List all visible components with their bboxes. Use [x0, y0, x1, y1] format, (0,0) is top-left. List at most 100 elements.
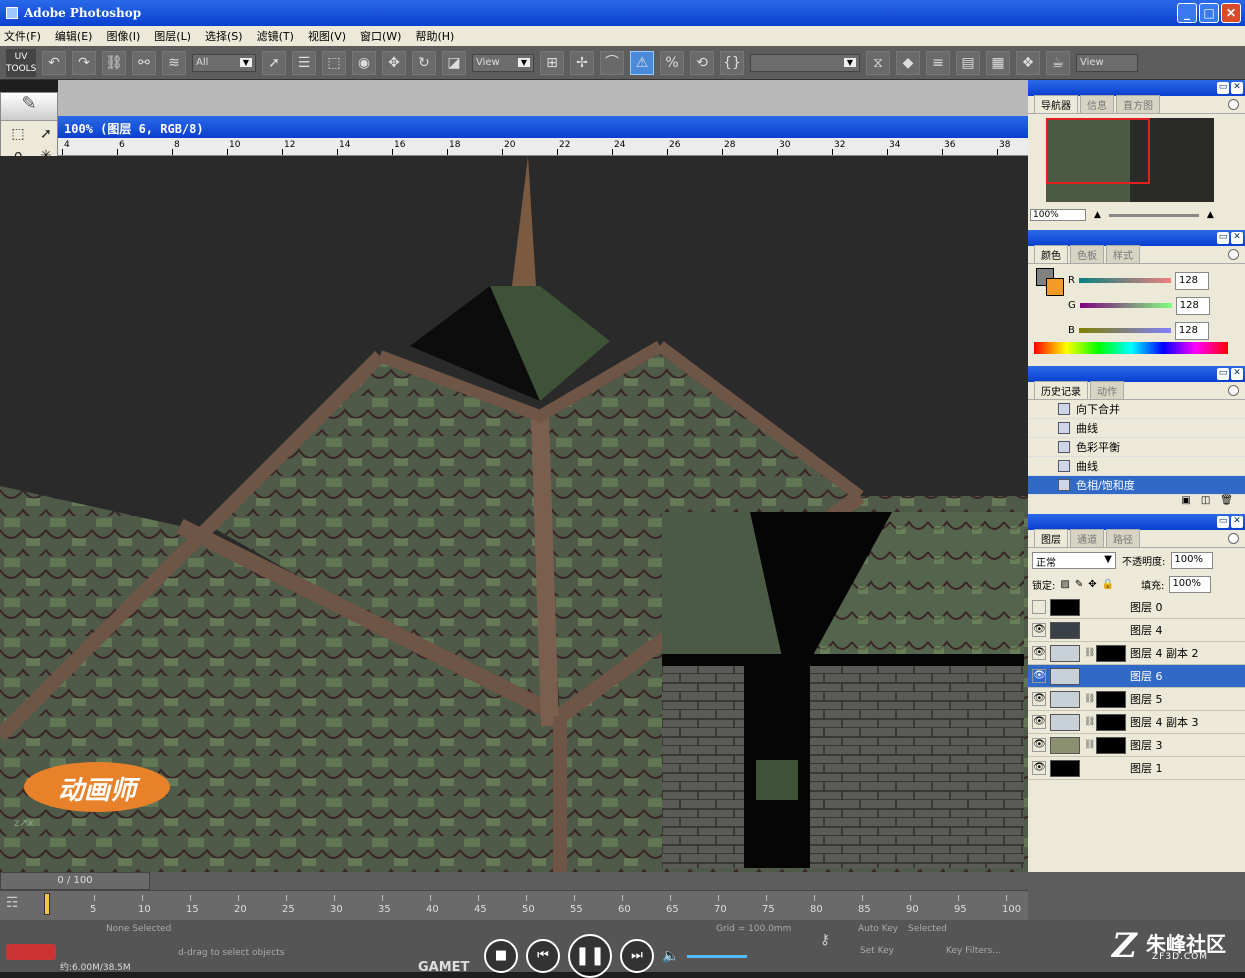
select-manipulate-icon[interactable]: ✢	[570, 50, 594, 75]
tab-histogram[interactable]: 直方图	[1116, 95, 1160, 113]
history-item[interactable]: 色相/饱和度	[1028, 476, 1245, 495]
uv-tools-logo[interactable]: UV TOOLS	[6, 48, 36, 77]
history-item[interactable]: 曲线	[1028, 419, 1245, 438]
unlink-icon[interactable]: ⚯	[132, 50, 156, 75]
lock-transparent-icon[interactable]: ▨	[1060, 579, 1069, 590]
schematic-view-icon[interactable]: ▦	[986, 50, 1010, 75]
select-by-name-icon[interactable]: ☰	[292, 50, 316, 75]
menu-file[interactable]: 文件(F)	[4, 28, 41, 44]
zoom-out-icon[interactable]: ▲	[1094, 210, 1101, 220]
spinner-snap-icon[interactable]: ⟲	[690, 50, 714, 75]
move-icon[interactable]: ✥	[382, 50, 406, 75]
angle-snap-icon[interactable]: ⚠	[630, 50, 654, 75]
reference-coord-dropdown[interactable]: View ▼	[472, 53, 534, 72]
tab-swatches[interactable]: 色板	[1070, 245, 1104, 263]
percent-snap-icon[interactable]: %	[660, 50, 684, 75]
key-icon[interactable]: ⚷	[820, 932, 830, 948]
layer-mask-thumbnail[interactable]	[1096, 736, 1126, 754]
render-view-dropdown[interactable]: View	[1076, 53, 1138, 72]
volume-slider[interactable]	[687, 954, 748, 958]
render-setup-icon[interactable]: ☕	[1046, 50, 1070, 75]
layer-row[interactable]: 👁 ⛓ 图层 5	[1028, 688, 1245, 711]
select-object-icon[interactable]: ➚	[262, 50, 286, 75]
volume-icon[interactable]: 🔈	[662, 948, 679, 964]
time-slider-handle[interactable]	[44, 893, 50, 915]
palette-close-icon[interactable]: ✕	[1231, 516, 1243, 528]
palette-menu-icon[interactable]	[1228, 533, 1239, 544]
selection-filter-dropdown[interactable]: All ▼	[192, 53, 256, 72]
key-filters-button[interactable]: Key Filters...	[946, 946, 1001, 956]
palette-close-icon[interactable]: ✕	[1231, 368, 1243, 380]
layer-row[interactable]: 👁 图层 6	[1028, 665, 1245, 688]
close-button[interactable]: ✕	[1221, 3, 1241, 23]
menu-window[interactable]: 窗口(W)	[360, 28, 401, 44]
menu-image[interactable]: 图像(I)	[106, 28, 140, 44]
layer-mask-thumbnail[interactable]	[1096, 690, 1126, 708]
move-tool-icon[interactable]: ➚	[34, 125, 58, 144]
palette-minimize-icon[interactable]: ▭	[1217, 368, 1229, 380]
red-value-input[interactable]: 128	[1174, 271, 1209, 290]
new-document-from-state-icon[interactable]: ▣	[1181, 495, 1190, 509]
tab-channels[interactable]: 通道	[1070, 529, 1104, 547]
mirror-icon[interactable]: ⧖	[866, 50, 890, 75]
menu-help[interactable]: 帮助(H)	[415, 28, 454, 44]
palette-minimize-icon[interactable]: ▭	[1217, 516, 1229, 528]
minimize-button[interactable]: _	[1177, 3, 1197, 23]
photoshop-feather-icon[interactable]: ✎	[1, 93, 57, 121]
menu-filter[interactable]: 滤镜(T)	[257, 28, 294, 44]
texture-preview-overlay[interactable]	[662, 512, 1024, 868]
menu-view[interactable]: 视图(V)	[308, 28, 346, 44]
blend-mode-select[interactable]: 正常 ▼	[1032, 551, 1116, 569]
align-icon[interactable]: ◆	[896, 50, 920, 75]
layer-visibility-eye-icon[interactable]: 👁	[1032, 646, 1046, 660]
layer-row[interactable]: 👁 ⛓ 图层 4 副本 3	[1028, 711, 1245, 734]
layer-row[interactable]: 👁 ⛓ 图层 4 副本 2	[1028, 642, 1245, 665]
tab-navigator[interactable]: 导航器	[1034, 95, 1078, 113]
material-editor-icon[interactable]: ❖	[1016, 50, 1040, 75]
opacity-input[interactable]: 100%	[1171, 551, 1214, 569]
history-palette-titlebar[interactable]: ▭ ✕	[1028, 366, 1245, 382]
palette-menu-icon[interactable]	[1228, 249, 1239, 260]
navigator-palette-titlebar[interactable]: ▭ ✕	[1028, 80, 1245, 96]
history-item[interactable]: 色彩平衡	[1028, 438, 1245, 457]
tab-paths[interactable]: 路径	[1106, 529, 1140, 547]
green-value-input[interactable]: 128	[1175, 296, 1210, 315]
palette-minimize-icon[interactable]: ▭	[1217, 232, 1229, 244]
maxscript-listener-icon[interactable]	[6, 944, 56, 960]
link-icon[interactable]: ⛓	[102, 50, 126, 75]
layer-manager-icon[interactable]: ≡	[926, 50, 950, 75]
menu-select[interactable]: 选择(S)	[205, 28, 243, 44]
marquee-tool-icon[interactable]: ⬚	[6, 125, 30, 144]
maximize-button[interactable]: □	[1199, 3, 1219, 23]
layer-row[interactable]: 👁 ⛓ 图层 3	[1028, 734, 1245, 757]
key-selection-dropdown[interactable]: Selected	[908, 924, 947, 934]
delete-state-icon[interactable]: 🗑	[1220, 495, 1233, 509]
blue-slider[interactable]	[1078, 328, 1171, 333]
layer-visibility-eye-icon[interactable]: 👁	[1032, 761, 1046, 775]
layers-palette-titlebar[interactable]: ▭ ✕	[1028, 514, 1245, 530]
palette-menu-icon[interactable]	[1228, 99, 1239, 110]
layer-visibility-eye-icon[interactable]: 👁	[1032, 669, 1046, 683]
palette-menu-icon[interactable]	[1228, 385, 1239, 396]
bind-spacewarp-icon[interactable]: ≋	[162, 50, 186, 75]
fill-input[interactable]: 100%	[1169, 575, 1212, 593]
next-button[interactable]: ⏭	[620, 939, 654, 973]
rotate-icon[interactable]: ↻	[412, 50, 436, 75]
layer-mask-link-icon[interactable]: ⛓	[1084, 694, 1095, 704]
layer-row[interactable]: 图层 0	[1028, 596, 1245, 619]
rect-selection-icon[interactable]: ⬚	[322, 50, 346, 75]
layer-visibility-eye-icon[interactable]	[1032, 600, 1046, 614]
layer-mask-link-icon[interactable]: ⛓	[1084, 648, 1095, 658]
red-slider[interactable]	[1078, 278, 1171, 283]
snap-toggle-icon[interactable]: ⌒	[600, 50, 624, 75]
named-selection-sets-dropdown[interactable]: ▼	[750, 53, 860, 72]
new-snapshot-icon[interactable]: ◫	[1201, 495, 1210, 509]
scale-icon[interactable]: ◪	[442, 50, 466, 75]
blue-value-input[interactable]: 128	[1174, 321, 1209, 340]
history-item[interactable]: 向下合并	[1028, 400, 1245, 419]
tab-actions[interactable]: 动作	[1090, 381, 1124, 399]
auto-key-button[interactable]: Auto Key	[858, 924, 898, 934]
palette-minimize-icon[interactable]: ▭	[1217, 82, 1229, 94]
green-slider[interactable]	[1079, 303, 1172, 308]
curve-editor-icon[interactable]: ▤	[956, 50, 980, 75]
